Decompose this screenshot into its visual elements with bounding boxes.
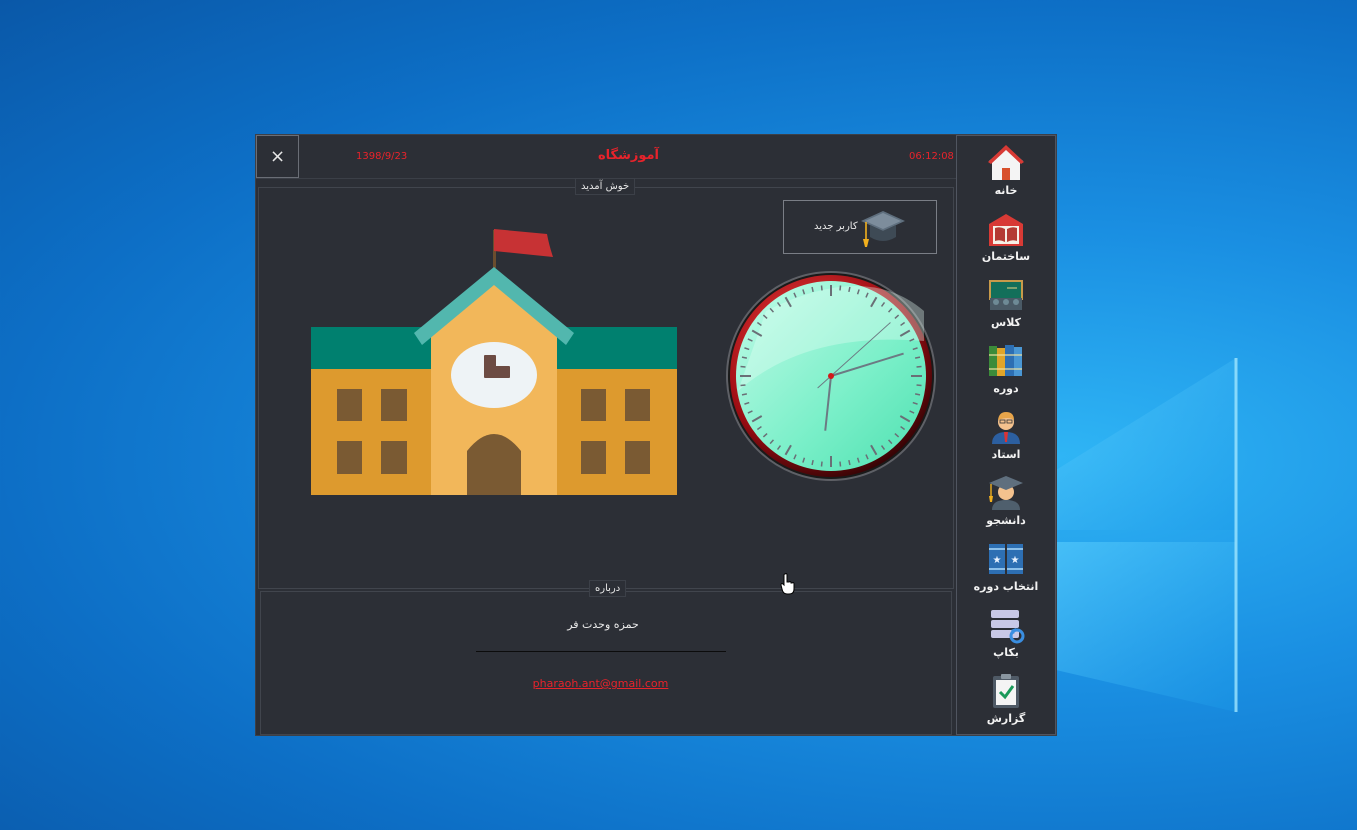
new-user-button[interactable]: کاربر جدید <box>783 200 937 254</box>
report-icon <box>993 674 1019 708</box>
teacher-icon <box>992 412 1020 444</box>
clock-tick <box>914 356 921 359</box>
svg-text:★: ★ <box>993 555 1002 566</box>
clock-tick <box>740 384 746 387</box>
clock-tick <box>811 286 814 293</box>
clock-tick <box>914 393 921 396</box>
clock-tick <box>811 459 814 466</box>
app-window: × 1398/9/23 آموزشگاه 06:12:08 خوش آمدید … <box>256 135 1056 735</box>
sidebar-item-home[interactable]: خانه <box>957 136 1055 202</box>
new-user-label: کاربر جدید <box>814 221 858 232</box>
sidebar-item-label: خانه <box>994 184 1018 197</box>
sidebar-item-label: دوره <box>993 382 1019 395</box>
clock-tick <box>741 356 748 359</box>
author-name: حمزه وحدت فر <box>567 618 639 631</box>
clock-tick <box>916 384 922 387</box>
sidebar-item-course[interactable]: دوره <box>957 334 1055 400</box>
sidebar-item-course-select[interactable]: ★ ★ انتخاب دوره <box>957 532 1055 598</box>
app-title: آموزشگاه <box>597 148 660 163</box>
welcome-legend: خوش آمدید <box>575 178 636 195</box>
clock-tick <box>740 365 746 368</box>
about-divider <box>476 651 726 652</box>
course-select-icon: ★ ★ <box>989 544 1023 574</box>
clock-tick <box>820 285 823 291</box>
sidebar-item-student[interactable]: دانشجو <box>957 466 1055 532</box>
title-bar: × 1398/9/23 آموزشگاه 06:12:08 <box>256 135 956 179</box>
sidebar-item-report[interactable]: گزارش <box>957 664 1055 730</box>
analog-clock <box>726 271 936 481</box>
svg-text:★: ★ <box>1011 555 1020 566</box>
clock-tick <box>848 459 851 466</box>
sidebar-item-label: بکاپ <box>993 646 1019 659</box>
sidebar-item-label: استاد <box>991 448 1021 461</box>
main-panel: × 1398/9/23 آموزشگاه 06:12:08 خوش آمدید … <box>256 135 956 735</box>
home-icon <box>988 145 1024 180</box>
student-icon <box>989 476 1023 510</box>
clock-tick <box>741 393 748 396</box>
sidebar-item-teacher[interactable]: استاد <box>957 400 1055 466</box>
school-building-image <box>311 229 677 495</box>
sidebar-item-label: انتخاب دوره <box>973 580 1039 593</box>
classroom-icon <box>989 280 1023 310</box>
sidebar-item-backup[interactable]: بکاپ <box>957 598 1055 664</box>
hand-cursor-icon <box>780 573 795 595</box>
sidebar-item-building[interactable]: ساختمان <box>957 202 1055 268</box>
books-icon <box>989 345 1022 376</box>
sidebar-nav: خانه ساختمان کلاس دوره استاد دانشجو ★ ★ … <box>956 135 1056 735</box>
sidebar-item-class[interactable]: کلاس <box>957 268 1055 334</box>
building-icon <box>989 214 1023 246</box>
sidebar-item-label: کلاس <box>991 316 1021 329</box>
clock-tick <box>848 286 851 293</box>
clock-tick <box>839 285 842 291</box>
backup-icon <box>991 610 1025 644</box>
clock-tick <box>839 461 842 467</box>
sidebar-item-label: ساختمان <box>981 250 1031 263</box>
sidebar-item-label: دانشجو <box>986 514 1026 527</box>
time-label: 06:12:08 <box>909 151 954 162</box>
about-legend: درباره <box>589 580 627 597</box>
about-group <box>260 591 952 735</box>
clock-tick <box>820 461 823 467</box>
clock-tick <box>916 365 922 368</box>
author-email-link[interactable]: pharaoh.ant@gmail.com <box>256 677 945 690</box>
graduation-cap-icon <box>861 211 905 247</box>
sidebar-item-label: گزارش <box>986 712 1026 725</box>
